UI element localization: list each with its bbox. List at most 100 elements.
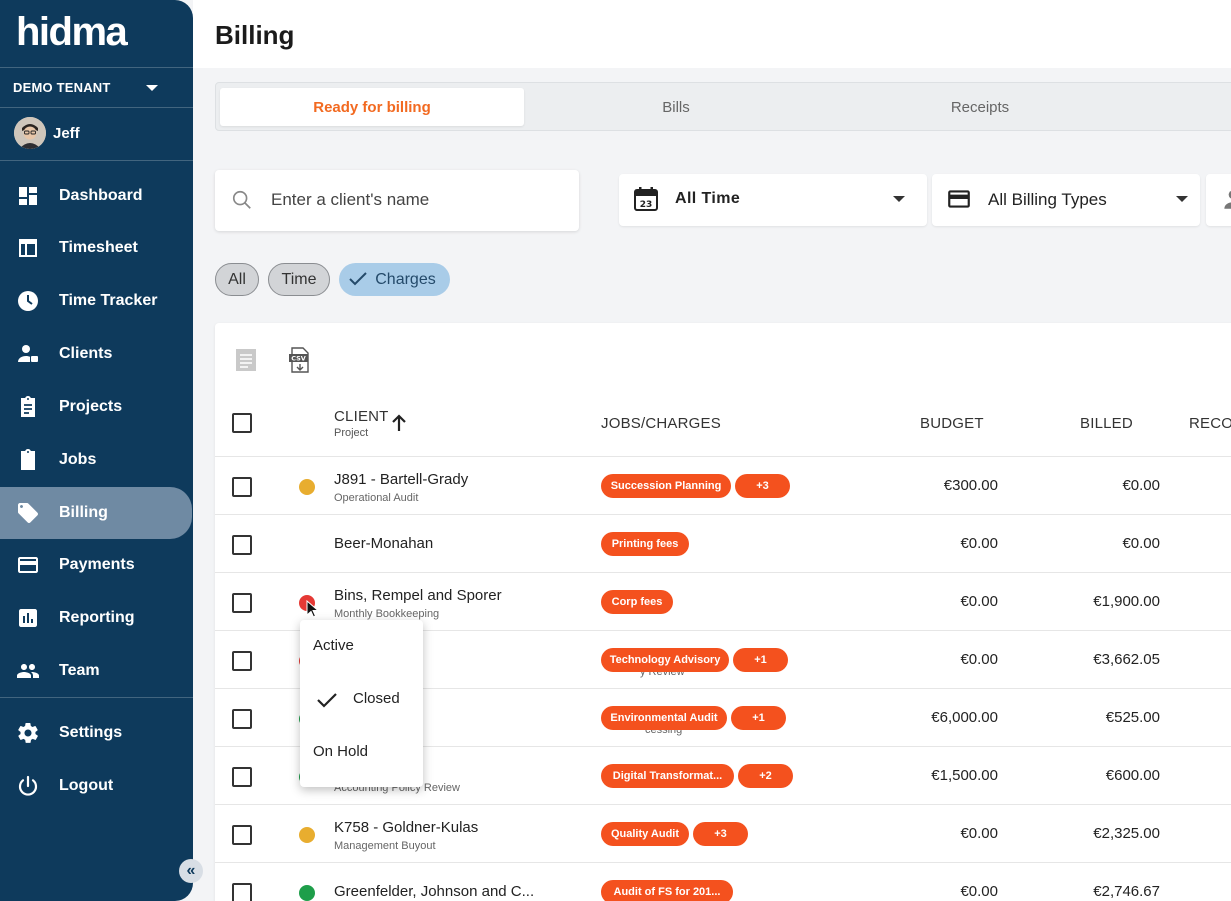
chevron-down-icon	[1176, 196, 1188, 202]
status-option-active[interactable]: Active	[300, 626, 423, 666]
sidebar-item-payments[interactable]: Payments	[0, 543, 193, 587]
budget-value: €6,000.00	[931, 709, 998, 726]
sidebar-item-time-tracker[interactable]: Time Tracker	[0, 279, 193, 323]
divider	[0, 67, 193, 68]
job-charge-tag[interactable]: Technology Advisory	[601, 648, 729, 672]
billed-value: €2,325.00	[1093, 825, 1160, 842]
row-checkbox[interactable]	[232, 767, 252, 787]
sidebar-item-team[interactable]: Team	[0, 649, 193, 693]
job-charge-tag[interactable]: Printing fees	[601, 532, 689, 556]
row-checkbox[interactable]	[232, 477, 252, 497]
person-icon	[1224, 190, 1231, 209]
csv-export-icon[interactable]: CSV	[288, 347, 312, 373]
job-charge-tag[interactable]: Corp fees	[601, 590, 673, 614]
sort-ascending-icon[interactable]	[391, 414, 407, 432]
table-row[interactable]: J891 - Bartell-Grady Operational Audit Suc…	[215, 456, 1231, 514]
chip-charges[interactable]: Charges	[339, 263, 450, 296]
sidebar-item-clients[interactable]: Clients	[0, 332, 193, 376]
budget-value: €0.00	[960, 535, 998, 552]
avatar[interactable]	[14, 117, 46, 149]
more-tags-badge[interactable]: +1	[731, 706, 786, 730]
jobs-clipboard-icon	[21, 449, 35, 470]
job-charge-tag[interactable]: Succession Planning	[601, 474, 731, 498]
column-header-billed[interactable]: BILLED	[1080, 415, 1133, 432]
sidebar-item-projects[interactable]: Projects	[0, 385, 193, 429]
svg-text:23: 23	[640, 200, 653, 210]
receipt-icon[interactable]	[234, 347, 258, 373]
sidebar-item-label: Time Tracker	[59, 292, 158, 309]
chevron-down-icon[interactable]	[146, 85, 158, 91]
client-name[interactable]: Bins, Rempel and Sporer	[334, 587, 502, 604]
row-checkbox[interactable]	[232, 651, 252, 671]
column-header-budget[interactable]: BUDGET	[920, 415, 984, 432]
sidebar-item-label: Billing	[59, 504, 108, 521]
credit-card-icon	[948, 190, 970, 208]
sidebar-item-label: Logout	[59, 777, 114, 794]
sidebar-item-reporting[interactable]: Reporting	[0, 596, 193, 640]
tab-receipts[interactable]: Receipts	[828, 88, 1132, 126]
budget-value: €300.00	[943, 477, 998, 494]
table-row[interactable]: K758 - Goldner-Kulas Management Buyout Qua…	[215, 804, 1231, 862]
more-tags-badge[interactable]: +1	[733, 648, 788, 672]
job-charge-tag[interactable]: Environmental Audit	[601, 706, 727, 730]
job-charge-tag[interactable]: Digital Transformat...	[601, 764, 734, 788]
billed-value: €0.00	[1122, 477, 1160, 494]
billed-value: €600.00	[1105, 767, 1160, 784]
search-input[interactable]	[271, 184, 561, 216]
column-header-client[interactable]: CLIENT	[334, 408, 389, 425]
column-header-recovered[interactable]: RECOV	[1189, 415, 1231, 432]
client-name[interactable]: Beer-Monahan	[334, 535, 433, 552]
billing-type-select[interactable]: All Billing Types	[932, 174, 1200, 226]
client-name[interactable]: K758 - Goldner-Kulas	[334, 819, 478, 836]
date-range-select[interactable]: 23 All Time	[619, 174, 927, 226]
budget-value: €0.00	[960, 883, 998, 900]
tab-bills[interactable]: Bills	[524, 88, 828, 126]
tag-icon	[18, 503, 38, 523]
status-option-closed[interactable]: Closed	[300, 679, 423, 719]
user-filter-select[interactable]	[1206, 174, 1231, 226]
status-dot[interactable]	[299, 479, 315, 495]
page-title: Billing	[215, 20, 295, 50]
column-header-jobs-charges[interactable]: JOBS/CHARGES	[601, 415, 721, 432]
user-name[interactable]: Jeff	[53, 125, 80, 142]
table-row[interactable]: Greenfelder, Johnson and C... Audit of FS…	[215, 862, 1231, 901]
row-checkbox[interactable]	[232, 535, 252, 555]
menu-item-label: Active	[313, 637, 354, 654]
chip-time[interactable]: Time	[268, 263, 330, 296]
row-checkbox[interactable]	[232, 709, 252, 729]
client-search-box	[215, 170, 579, 231]
sidebar-item-billing[interactable]: Billing	[0, 487, 192, 539]
row-checkbox[interactable]	[232, 825, 252, 845]
client-name[interactable]: Greenfelder, Johnson and C...	[334, 883, 534, 900]
row-checkbox[interactable]	[232, 883, 252, 901]
tenant-selector[interactable]: DEMO TENANT	[13, 80, 111, 95]
tab-ready-for-billing[interactable]: Ready for billing	[220, 88, 524, 126]
collapse-sidebar-button[interactable]: «	[179, 859, 203, 883]
sidebar-item-dashboard[interactable]: Dashboard	[0, 174, 193, 218]
more-tags-badge[interactable]: +2	[738, 764, 793, 788]
billed-value: €525.00	[1105, 709, 1160, 726]
sidebar-item-timesheet[interactable]: Timesheet	[0, 226, 193, 270]
job-charge-tag[interactable]: Audit of FS for 201...	[601, 880, 733, 901]
more-tags-badge[interactable]: +3	[735, 474, 790, 498]
more-tags-badge[interactable]: +3	[693, 822, 748, 846]
gear-icon	[18, 723, 38, 743]
sidebar-item-jobs[interactable]: Jobs	[0, 438, 193, 482]
sidebar-item-logout[interactable]: Logout	[0, 764, 193, 808]
select-all-checkbox[interactable]	[232, 413, 252, 433]
clipboard-icon	[21, 396, 35, 417]
check-icon	[317, 693, 337, 708]
sidebar-item-label: Projects	[59, 398, 123, 415]
row-checkbox[interactable]	[232, 593, 252, 613]
sidebar-item-settings[interactable]: Settings	[0, 711, 193, 755]
status-option-on-hold[interactable]: On Hold	[300, 732, 423, 772]
svg-text:CSV: CSV	[291, 355, 306, 363]
job-charge-tag[interactable]: Quality Audit	[601, 822, 689, 846]
status-dot[interactable]	[299, 827, 315, 843]
client-name[interactable]: J891 - Bartell-Grady	[334, 471, 468, 488]
table-row[interactable]: Beer-Monahan Printing fees €0.00 €0.00	[215, 514, 1231, 572]
team-icon	[17, 664, 39, 678]
sidebar: hidma DEMO TENANT Jeff Dashboard Timeshe…	[0, 0, 203, 901]
status-dot[interactable]	[299, 885, 315, 901]
chip-all[interactable]: All	[215, 263, 259, 296]
